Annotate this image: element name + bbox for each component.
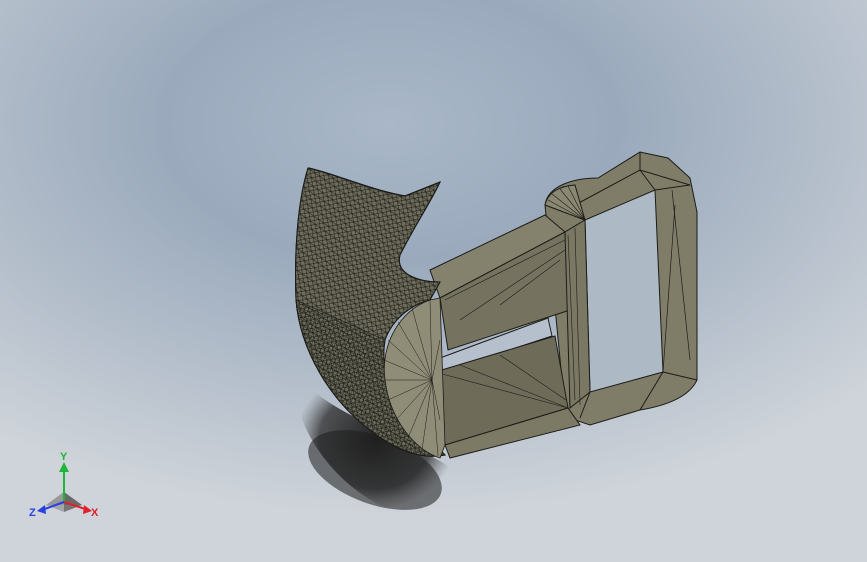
triad-x-label: X: [91, 507, 99, 519]
graphics-viewport[interactable]: Y X Z: [0, 0, 867, 562]
triad-y-label: Y: [60, 451, 68, 463]
triad-z-label: Z: [29, 507, 36, 519]
view-orientation-triad[interactable]: Y X Z: [28, 450, 104, 522]
model-view[interactable]: [0, 0, 867, 562]
